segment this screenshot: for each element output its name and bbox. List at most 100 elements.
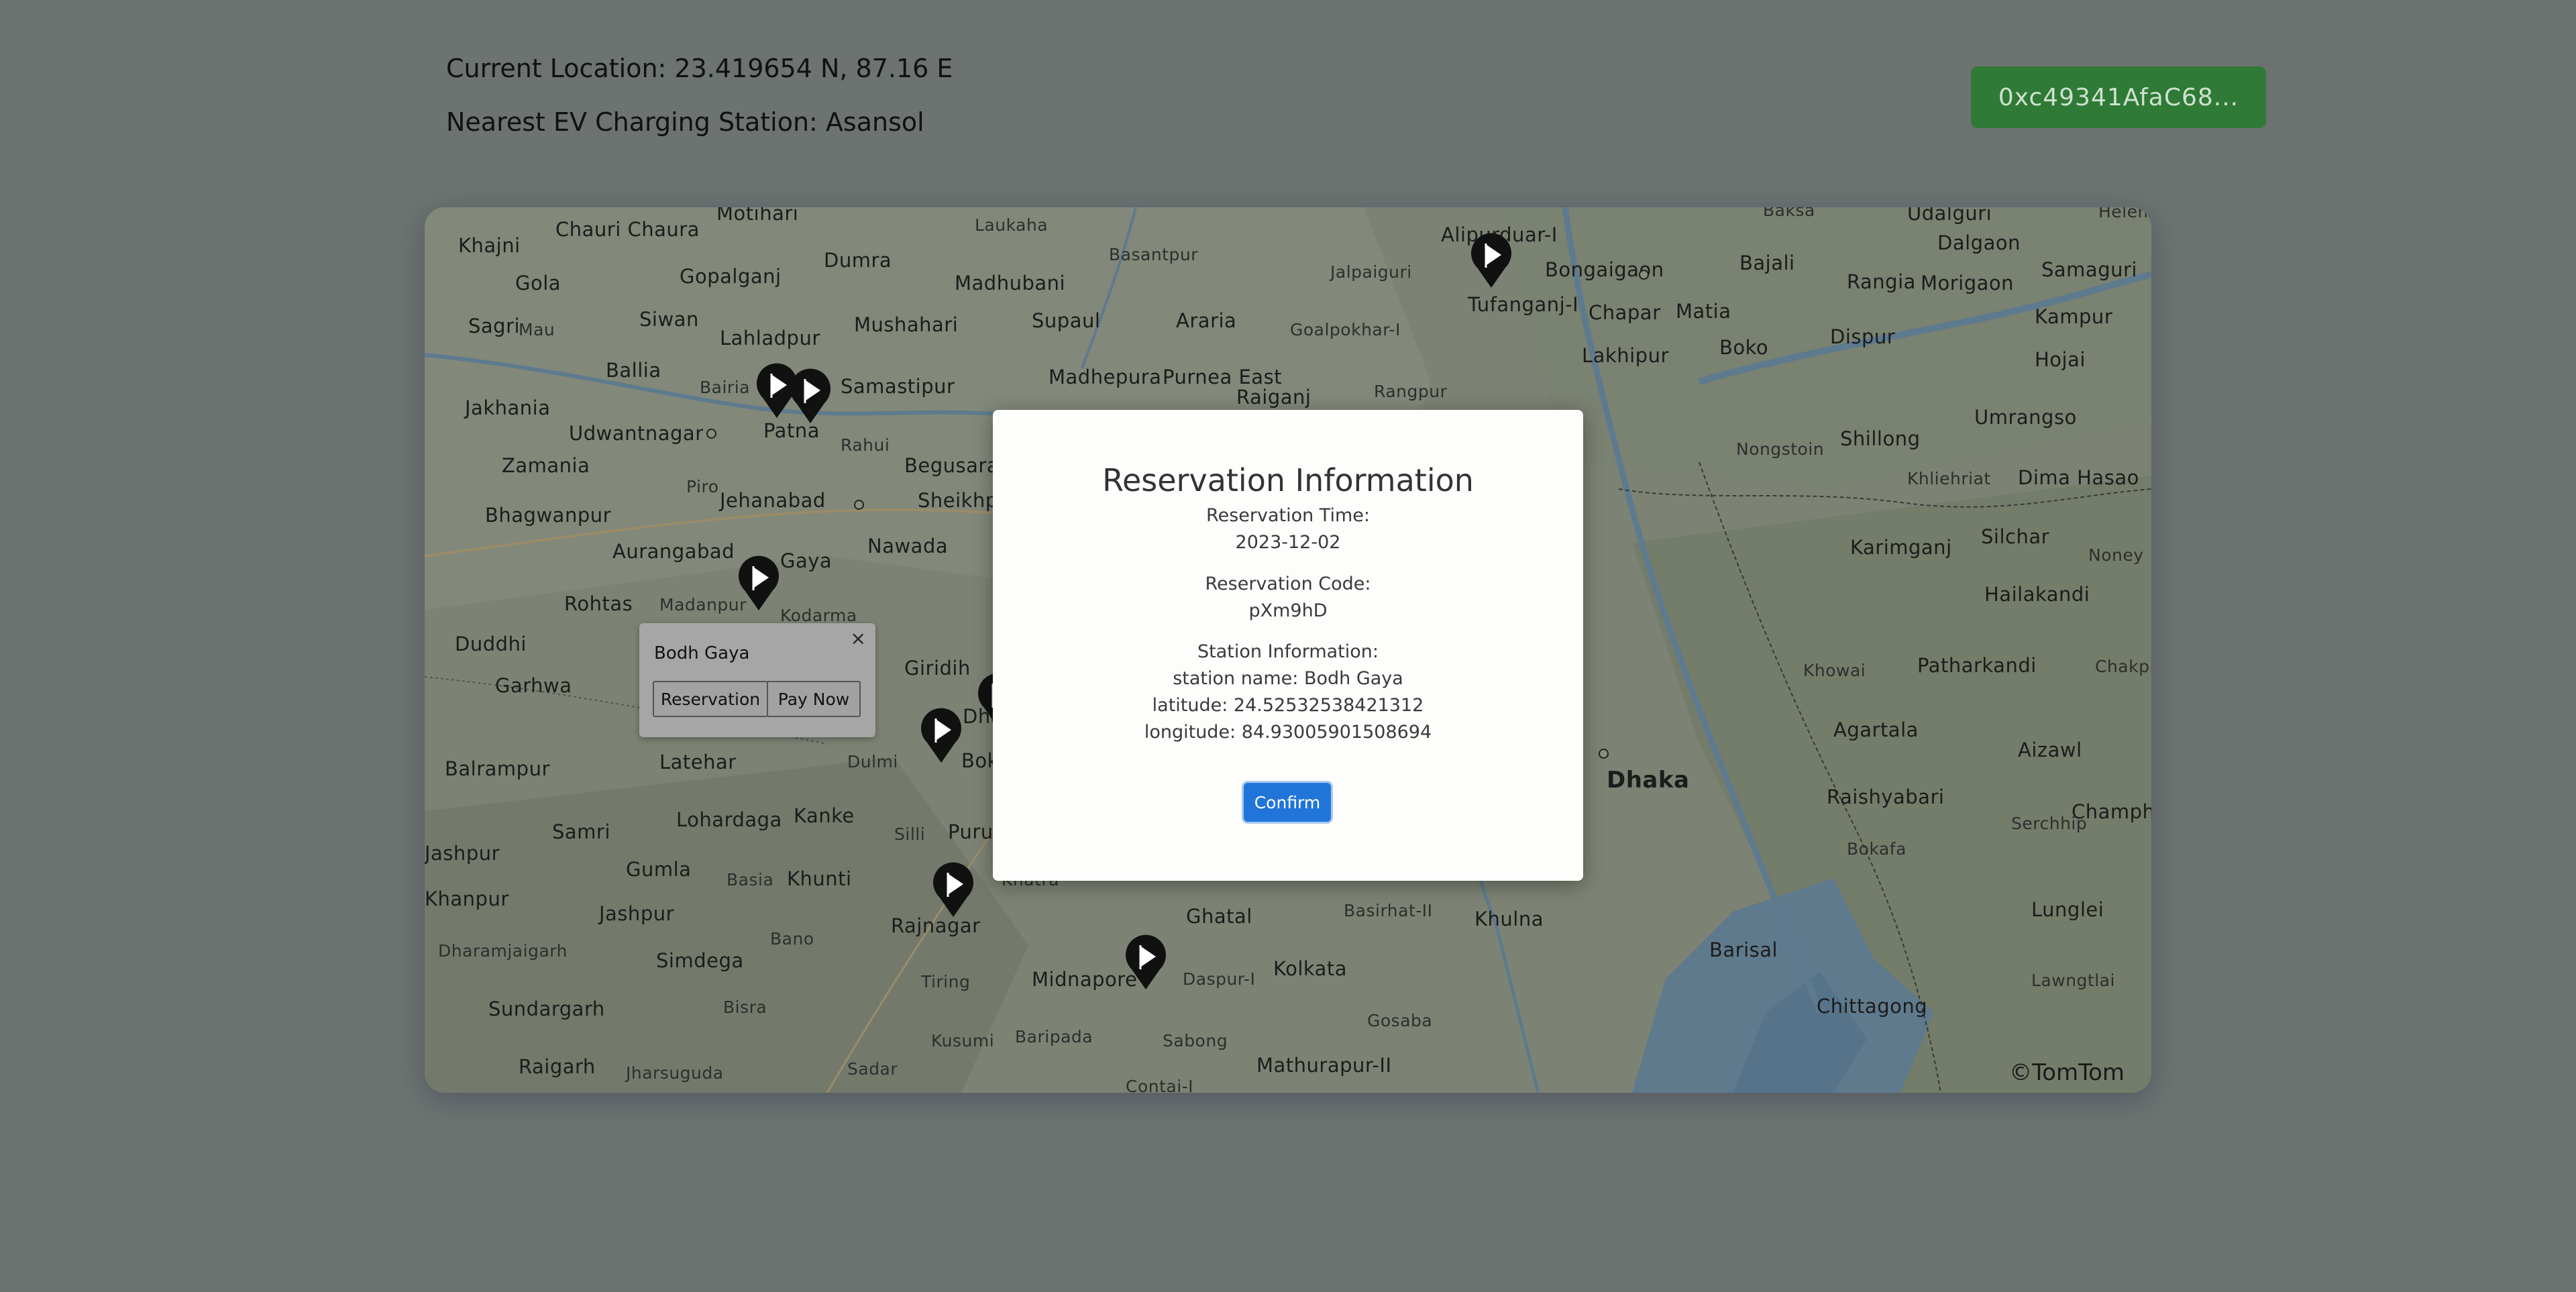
place-label: Helem <box>2098 207 2151 221</box>
place-label: Lohardaga <box>676 808 782 831</box>
station-latitude-text: latitude: 24.52532538421312 <box>1152 695 1424 716</box>
place-label: Chauri Chaura <box>555 218 700 241</box>
place-label: Agartala <box>1833 718 1919 741</box>
place-label: Shillong <box>1840 427 1921 450</box>
place-label: Sundargarh <box>488 998 605 1020</box>
place-label: Dharamjaigarh <box>438 941 568 961</box>
charging-station-marker[interactable] <box>1468 230 1515 289</box>
place-label: Udalguri <box>1907 207 1992 225</box>
place-label: Kampur <box>2035 305 2113 328</box>
place-label: Lahladpur <box>720 327 820 349</box>
place-label: Nawada <box>867 535 949 557</box>
place-label: Madhubani <box>955 272 1066 294</box>
place-label: Goalpokhar-I <box>1290 320 1401 339</box>
place-label: Gola <box>515 272 561 294</box>
place-label: Sadar <box>847 1059 898 1079</box>
map-attribution: ©TomTom <box>2009 1059 2125 1086</box>
place-label: Ghatal <box>1186 905 1252 928</box>
place-label: Karimganj <box>1850 536 1952 559</box>
place-label: Baripada <box>1015 1027 1093 1046</box>
city-dot <box>706 429 716 439</box>
place-label: Bajali <box>1739 252 1795 274</box>
charging-station-marker[interactable] <box>930 859 977 918</box>
charging-station-marker[interactable] <box>735 553 782 612</box>
city-dot <box>854 500 864 510</box>
place-label: Duddhi <box>455 633 527 655</box>
place-label: Jharsuguda <box>626 1063 724 1083</box>
place-label: Barisal <box>1709 938 1778 961</box>
charging-station-marker[interactable] <box>918 705 965 764</box>
place-label: Motihari <box>716 207 799 225</box>
place-label: Sagri <box>468 315 521 337</box>
place-label: Morigaon <box>1921 272 2015 294</box>
place-label: Garhwa <box>495 674 572 697</box>
confirm-button[interactable]: Confirm <box>1244 783 1331 822</box>
place-label: Jashpur <box>425 842 500 865</box>
popup-station-name: Bodh Gaya <box>654 643 750 663</box>
place-label: Khowai <box>1803 661 1866 680</box>
place-label: Baksa <box>1763 207 1815 220</box>
wallet-address-button[interactable]: 0xc49341AfaC68... <box>1971 66 2266 128</box>
place-label: Latehar <box>659 751 737 773</box>
modal-title: Reservation Information <box>1102 462 1474 498</box>
place-label: Mathurapur-II <box>1256 1054 1392 1077</box>
place-label: Nongstoin <box>1736 439 1825 459</box>
place-label: Jalpaiguri <box>1330 262 1412 282</box>
place-label: Bisra <box>723 998 767 1017</box>
charging-station-marker[interactable] <box>787 366 834 425</box>
place-label: Supaul <box>1032 309 1101 332</box>
place-label: Rohtas <box>564 592 633 615</box>
reservation-button[interactable]: Reservation <box>653 681 768 717</box>
place-label: Silchar <box>1981 525 2050 548</box>
pay-now-button[interactable]: Pay Now <box>767 681 861 717</box>
place-label: Jehanabad <box>720 489 826 512</box>
place-label: Bairia <box>700 378 750 397</box>
place-label: Giridih <box>904 657 971 680</box>
place-label: Rangia <box>1847 270 1916 293</box>
place-label: Midnapore <box>1032 968 1138 991</box>
popup-close-icon[interactable]: × <box>851 627 866 649</box>
place-label: Rahui <box>841 435 890 455</box>
place-label: Dulmi <box>847 752 898 771</box>
reservation-time-value: 2023-12-02 <box>1235 532 1341 553</box>
place-label: Chakpikar <box>2095 657 2151 676</box>
place-label: Daspur-I <box>1183 969 1256 989</box>
place-label: Samri <box>552 820 610 843</box>
place-label: Dispur <box>1830 325 1896 348</box>
place-label: Dalgaon <box>1937 231 2021 254</box>
place-label: Aurangabad <box>612 540 735 563</box>
place-label: Umrangso <box>1974 406 2077 429</box>
station-name-text: station name: Bodh Gaya <box>1173 668 1403 689</box>
place-label: Raigarh <box>519 1055 596 1078</box>
place-label: Khanpur <box>425 887 509 910</box>
place-label: Kanke <box>794 804 855 827</box>
place-label: Chittagong <box>1817 995 1928 1018</box>
reservation-time-label: Reservation Time: <box>1206 505 1370 526</box>
place-label: Dhaka <box>1607 767 1690 794</box>
charging-station-marker[interactable] <box>1122 932 1169 991</box>
place-label: Lunglei <box>2031 898 2104 921</box>
place-label: Purnea East <box>1163 366 1283 388</box>
place-label: Noney <box>2088 545 2144 565</box>
place-label: Aizawl <box>2018 739 2082 761</box>
place-label: Bokafa <box>1847 839 1907 859</box>
place-label: Basirhat-II <box>1344 901 1433 920</box>
place-label: Piro <box>686 477 719 496</box>
place-label: Raishyabari <box>1827 786 1945 808</box>
city-dot <box>1599 749 1609 759</box>
place-label: Bhagwanpur <box>485 504 612 527</box>
place-label: Ballia <box>606 359 661 382</box>
station-info-label: Station Information: <box>1197 641 1379 662</box>
place-label: Simdega <box>656 949 744 972</box>
place-label: Gumla <box>626 858 692 881</box>
place-label: Gosaba <box>1367 1011 1433 1030</box>
place-label: Khliehriat <box>1907 469 1991 488</box>
nearest-station-text: Nearest EV Charging Station: Asansol <box>446 107 924 137</box>
page: Current Location: 23.419654 N, 87.16 E N… <box>0 0 2576 1292</box>
place-label: Bano <box>770 929 814 949</box>
place-label: Hailakandi <box>1984 583 2090 606</box>
place-label: Begusarai <box>904 454 1005 477</box>
place-label: Samastipur <box>841 375 955 398</box>
place-label: Hojai <box>2035 348 2086 371</box>
station-longitude-text: longitude: 84.93005901508694 <box>1144 722 1432 743</box>
